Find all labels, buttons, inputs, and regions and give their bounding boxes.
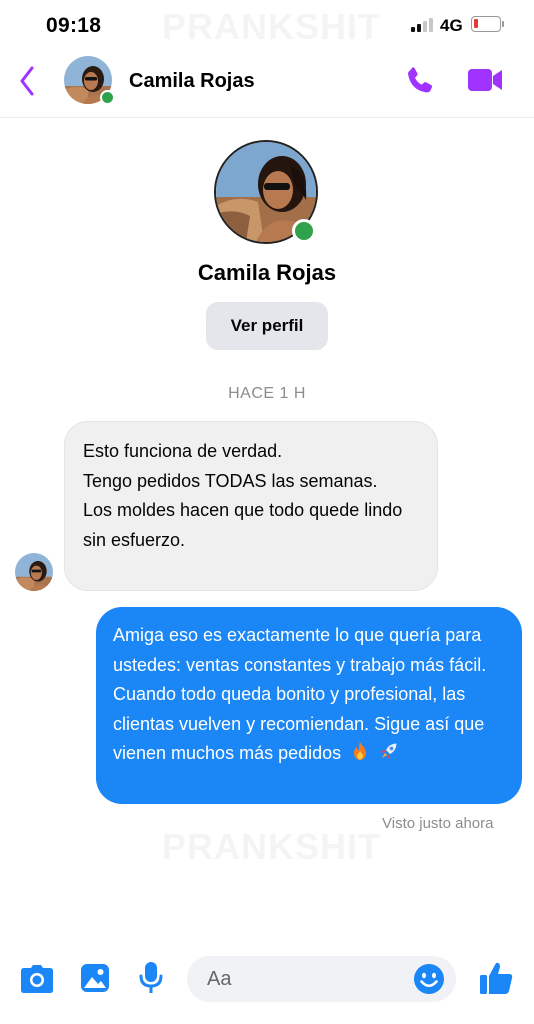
battery-tip [502,21,504,27]
message-text: Amiga eso es exactamente lo que quería p… [113,625,487,763]
rocket-emoji [381,743,397,759]
microphone-icon [139,962,163,993]
thumbs-up-icon [480,962,513,994]
emoji-icon [414,964,444,994]
gallery-button[interactable] [80,963,110,993]
signal-strength-icon [411,18,433,32]
message-input[interactable] [207,964,397,994]
network-type: 4G [440,16,463,35]
camera-button[interactable] [20,964,54,994]
contact-name[interactable]: Camila Rojas [129,70,255,93]
battery-level [474,19,478,28]
avatar-photo [15,553,53,591]
video-camera-icon [468,69,502,91]
back-button[interactable] [14,66,40,96]
status-time: 09:18 [46,14,102,37]
video-call-button[interactable] [467,65,503,95]
message-line: Los moldes hacen que todo quede lindo si… [83,500,403,550]
voice-call-button[interactable] [403,64,437,98]
like-button[interactable] [478,960,514,996]
message-timestamp: HACE 1 H [228,385,306,402]
back-chevron-icon [20,66,34,96]
view-profile-button[interactable]: Ver perfil [206,302,328,350]
chat-header: Camila Rojas [0,52,534,118]
online-status-dot [292,219,316,243]
profile-name: Camila Rojas [197,260,337,285]
sender-avatar[interactable] [15,553,53,591]
phone-icon [408,67,433,93]
fire-emoji [354,742,367,760]
camera-icon [21,965,53,993]
image-icon [81,964,109,992]
message-line: Tengo pedidos TODAS las semanas. [83,470,378,491]
message-input-container [187,956,456,1002]
outgoing-message-bubble[interactable]: Amiga eso es exactamente lo que quería p… [96,607,522,804]
message-line: Esto funciona de verdad. [83,441,283,461]
incoming-message-bubble[interactable]: Esto funciona de verdad. Tengo pedidos T… [64,421,438,591]
seen-status: Visto justo ahora [382,815,494,832]
emoji-button[interactable] [413,963,445,995]
status-bar: 09:18 4G [0,0,534,52]
message-composer [0,950,534,1010]
voice-message-button[interactable] [138,961,164,995]
watermark: PRANKSHIT [162,826,381,868]
online-status-dot [100,90,115,105]
battery-icon [471,16,501,32]
